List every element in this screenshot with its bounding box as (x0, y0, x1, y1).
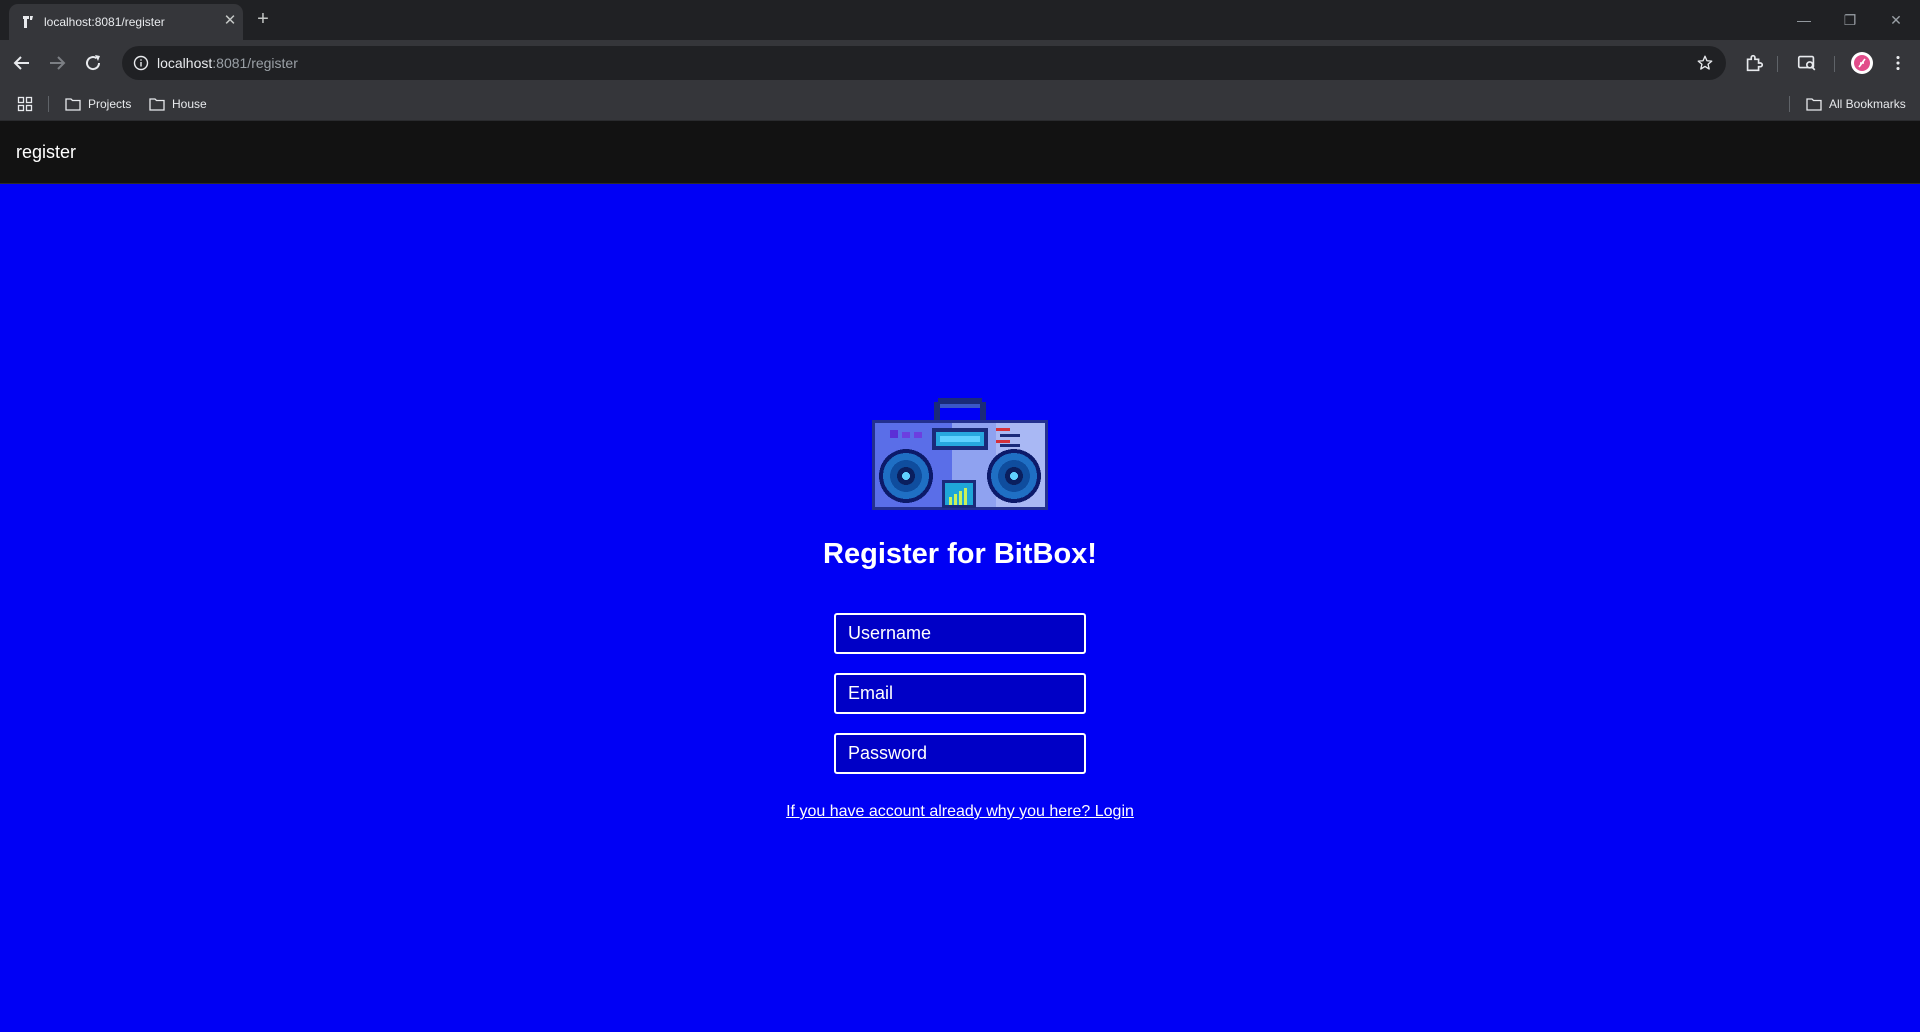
all-bookmarks-button[interactable]: All Bookmarks (1806, 93, 1906, 115)
site-info-icon[interactable] (133, 55, 149, 71)
password-input[interactable] (834, 733, 1086, 774)
folder-icon (149, 98, 165, 111)
all-bookmarks-label: All Bookmarks (1829, 97, 1906, 111)
address-bar[interactable]: localhost:8081/register (122, 46, 1726, 80)
tab-favicon-icon (23, 16, 33, 28)
bookmarks-bar: Projects House All Bookmarks (0, 86, 1920, 121)
bookmark-label: Projects (88, 97, 132, 111)
login-link[interactable]: If you have account already why you here… (786, 803, 1134, 820)
profile-avatar[interactable] (1851, 52, 1873, 74)
bookmarks-divider (1789, 96, 1790, 112)
tab-close-icon[interactable]: ✕ (221, 12, 239, 30)
username-input[interactable] (834, 613, 1086, 654)
extensions-puzzle-icon[interactable] (1743, 52, 1765, 74)
bookmark-folder-house[interactable]: House (149, 93, 207, 115)
toolbar-divider (1834, 56, 1835, 72)
kebab-menu-icon[interactable] (1887, 52, 1909, 74)
login-link-container: If you have account already why you here… (0, 803, 1920, 821)
app-header: register (0, 121, 1920, 184)
profile-avatar-icon (1854, 55, 1870, 71)
bookmark-folder-projects[interactable]: Projects (65, 93, 131, 115)
minimize-window-icon[interactable]: — (1781, 8, 1827, 32)
new-tab-plus-icon[interactable]: + (252, 9, 274, 31)
url-path: :8081/register (212, 55, 298, 71)
tab-title: localhost:8081/register (44, 15, 165, 29)
folder-icon (1806, 98, 1822, 111)
back-arrow-icon[interactable] (10, 51, 34, 75)
reload-icon[interactable] (81, 51, 105, 75)
browser-toolbar: localhost:8081/register (0, 40, 1920, 86)
browser-tab-active[interactable]: localhost:8081/register ✕ (9, 4, 243, 40)
boombox-logo (872, 398, 1048, 510)
page-title: register (16, 142, 77, 162)
bookmark-star-icon[interactable] (1696, 54, 1714, 72)
toolbar-divider (1777, 56, 1778, 72)
cast-search-icon[interactable] (1796, 52, 1818, 74)
restore-window-icon[interactable]: ❐ (1827, 8, 1873, 32)
bookmark-label: House (172, 97, 207, 111)
register-heading: Register for BitBox! (823, 538, 1097, 570)
folder-icon (65, 98, 81, 111)
apps-grid-icon[interactable] (17, 96, 33, 112)
browser-tabstrip: localhost:8081/register ✕ + — ❐ ✕ (0, 0, 1920, 40)
email-input[interactable] (834, 673, 1086, 714)
forward-arrow-icon[interactable] (45, 51, 69, 75)
close-window-icon[interactable]: ✕ (1873, 8, 1919, 32)
url-host: localhost (157, 55, 213, 71)
bookmarks-divider (48, 96, 49, 112)
url-text[interactable]: localhost:8081/register (157, 55, 298, 71)
register-page: Register for BitBox! If you have account… (0, 184, 1920, 1032)
